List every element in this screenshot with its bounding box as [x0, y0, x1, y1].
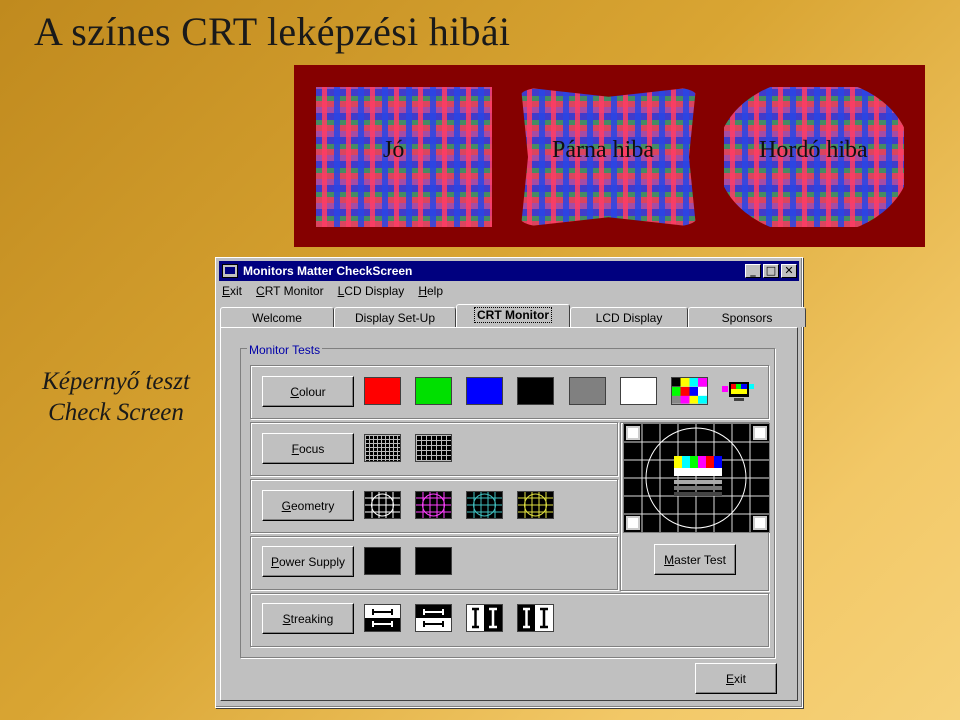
streaking-pattern-4[interactable]	[517, 604, 554, 632]
power-supply-button[interactable]: Power Supply	[262, 546, 354, 577]
focus-button[interactable]: Focus	[262, 433, 354, 464]
color-bars-swatch[interactable]	[671, 377, 708, 405]
tab-lcd-display[interactable]: LCD Display	[570, 307, 688, 327]
tab-welcome[interactable]: Welcome	[220, 307, 334, 327]
title-bar[interactable]: Monitors Matter CheckScreen _ □ ✕	[219, 261, 799, 281]
slide-title: A színes CRT leképzési hibái	[34, 9, 511, 54]
tab-display-setup[interactable]: Display Set-Up	[334, 307, 456, 327]
menu-help[interactable]: Help	[418, 284, 450, 298]
maximize-button[interactable]: □	[763, 264, 779, 278]
focus-pattern-1[interactable]	[364, 434, 401, 462]
caption-line-1: Képernyő teszt	[42, 368, 190, 395]
geometry-button-label: Geometry	[281, 498, 335, 513]
focus-pattern-2[interactable]	[415, 434, 452, 462]
streaking-pattern-1[interactable]	[364, 604, 401, 632]
exit-button[interactable]: Exit	[695, 663, 777, 694]
window-title: Monitors Matter CheckScreen	[243, 264, 413, 278]
menu-bar: Exit CRT Monitor LCD Display Help	[222, 284, 457, 298]
green-swatch[interactable]	[415, 377, 452, 405]
label-good: Jó	[383, 137, 405, 163]
streaking-pattern-3[interactable]	[466, 604, 503, 632]
label-pincushion: Párna hiba	[552, 137, 654, 163]
minimize-button[interactable]: _	[745, 264, 761, 278]
monitor-icon[interactable]	[222, 264, 238, 278]
colour-button-label: Colour	[290, 384, 326, 399]
red-swatch[interactable]	[364, 377, 401, 405]
white-swatch[interactable]	[620, 377, 657, 405]
geometry-pattern-white[interactable]	[364, 491, 401, 519]
side-caption: Képernyő teszt Check Screen	[26, 366, 206, 428]
streaking-pattern-2[interactable]	[415, 604, 452, 632]
geometry-pattern-magenta[interactable]	[415, 491, 452, 519]
geometry-pattern-cyan[interactable]	[466, 491, 503, 519]
tab-crt-monitor-label: CRT Monitor	[474, 307, 552, 323]
caption-line-2: Check Screen	[48, 399, 184, 426]
distortion-comparison-panel: Jó Párna hiba Hordó hiba	[294, 65, 925, 247]
master-test-button[interactable]: Master Test	[654, 544, 736, 575]
tab-crt-monitor[interactable]: CRT Monitor	[456, 304, 570, 327]
blue-swatch[interactable]	[466, 377, 503, 405]
exit-button-label: Exit	[725, 671, 746, 686]
black-swatch[interactable]	[517, 377, 554, 405]
streaking-button[interactable]: Streaking	[262, 603, 354, 634]
menu-lcd-display[interactable]: LCD Display	[338, 284, 412, 298]
power-supply-pattern-2[interactable]	[415, 547, 452, 575]
tab-sponsors[interactable]: Sponsors	[688, 307, 806, 327]
colour-button[interactable]: Colour	[262, 376, 354, 407]
menu-exit[interactable]: Exit	[222, 284, 249, 298]
label-barrel: Hordó hiba	[759, 137, 868, 163]
master-test-pattern	[623, 423, 770, 533]
tab-strip: Welcome Display Set-Up CRT Monitor LCD D…	[220, 304, 806, 327]
power-supply-button-label: Power Supply	[270, 554, 346, 569]
checkscreen-window: Monitors Matter CheckScreen _ □ ✕ Exit C…	[215, 257, 806, 708]
power-supply-pattern-1[interactable]	[364, 547, 401, 575]
monitor-test-icon[interactable]	[720, 379, 756, 405]
group-title: Monitor Tests	[247, 343, 323, 357]
geometry-pattern-yellow[interactable]	[517, 491, 554, 519]
streaking-button-label: Streaking	[282, 611, 334, 626]
gray-swatch[interactable]	[569, 377, 606, 405]
focus-button-label: Focus	[291, 441, 325, 456]
master-test-button-label: Master Test	[664, 552, 726, 567]
geometry-button[interactable]: Geometry	[262, 490, 354, 521]
close-button[interactable]: ✕	[781, 264, 797, 278]
menu-crt-monitor[interactable]: CRT Monitor	[256, 284, 331, 298]
